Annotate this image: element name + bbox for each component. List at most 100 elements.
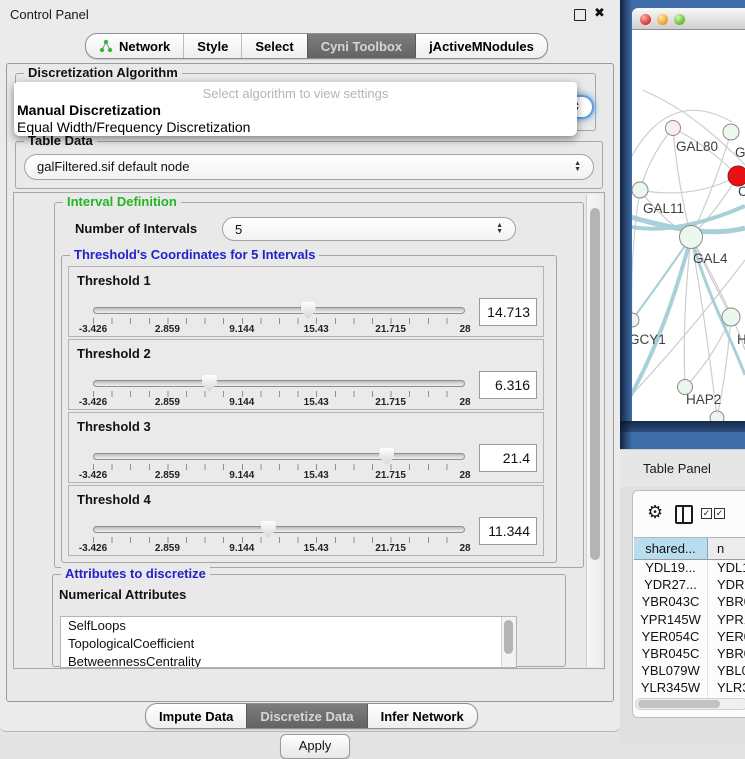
tab-impute-data[interactable]: Impute Data: [146, 704, 246, 728]
control-panel-window: Control Panel ✖ NetworkStyleSelectCyni T…: [0, 0, 620, 732]
node-gal80[interactable]: [666, 121, 681, 136]
attributes-scrollbar-thumb[interactable]: [504, 620, 513, 654]
checkbox-icon[interactable]: ✓: [714, 508, 725, 519]
node-h[interactable]: [722, 308, 740, 326]
slider-thumb[interactable]: [261, 521, 276, 538]
tab-select[interactable]: Select: [241, 34, 306, 58]
attribute-item[interactable]: TopologicalCoefficient: [61, 635, 516, 653]
table-row[interactable]: YDL19...YDL1: [634, 560, 745, 577]
network-tab-icon: [99, 39, 113, 53]
tick-label: 2.859: [155, 543, 180, 554]
node-red-selected[interactable]: [728, 166, 745, 186]
tick-label: 9.144: [229, 397, 254, 408]
gear-icon[interactable]: ⚙: [647, 503, 663, 521]
dropdown-option-equal-width-frequency[interactable]: Equal Width/Frequency Discretization: [17, 119, 250, 135]
node-gcy1[interactable]: [632, 313, 639, 327]
dropdown-option-manual-discretization[interactable]: Manual Discretization: [17, 102, 161, 118]
threshold-value-field[interactable]: 14.713: [479, 298, 537, 326]
cell-name: YBL0: [708, 663, 745, 680]
column-header-shared-name[interactable]: shared...: [634, 538, 708, 559]
threshold-value-field[interactable]: 6.316: [479, 371, 537, 399]
network-canvas[interactable]: GAL80 GAL11 GAL4 GCY1 HAP2 H GA C: [632, 30, 745, 421]
tab-cyni-toolbox[interactable]: Cyni Toolbox: [307, 34, 415, 58]
tick-label: 9.144: [229, 470, 254, 481]
threshold-slider[interactable]: [93, 307, 465, 314]
network-window: GAL80 GAL11 GAL4 GCY1 HAP2 H GA C: [632, 8, 745, 421]
tab-label: Infer Network: [381, 709, 464, 724]
threshold-label: Threshold 2: [77, 346, 151, 361]
tick-label: 21.715: [375, 470, 406, 481]
table-horizontal-scrollbar[interactable]: [635, 698, 745, 710]
float-window-icon[interactable]: [574, 9, 586, 21]
attribute-item[interactable]: SelfLoops: [61, 617, 516, 635]
control-panel-titlebar: Control Panel ✖: [0, 0, 620, 28]
tick-label: 15.43: [304, 470, 329, 481]
cell-shared-name: YBR043C: [634, 594, 708, 611]
tick-label: 9.144: [229, 543, 254, 554]
table-row[interactable]: YBR043CYBR0: [634, 594, 745, 611]
cell-shared-name: YBR045C: [634, 646, 708, 663]
slider-thumb[interactable]: [202, 375, 217, 392]
cell-shared-name: YBL079W: [634, 663, 708, 680]
attributes-scrollbar[interactable]: [501, 617, 516, 667]
close-traffic-light-icon[interactable]: [640, 14, 651, 25]
node-gal4[interactable]: [680, 226, 703, 249]
table-row[interactable]: YBR045CYBR0: [634, 646, 745, 663]
threshold-slider[interactable]: [93, 526, 465, 533]
label-gal11: GAL11: [643, 201, 684, 216]
cell-shared-name: YER054C: [634, 629, 708, 646]
top-tab-bar: NetworkStyleSelectCyni ToolboxjActiveMNo…: [85, 33, 548, 59]
threshold-value-field[interactable]: 21.4: [479, 444, 537, 472]
network-window-titlebar: [632, 8, 745, 30]
cell-name: YER0: [708, 629, 745, 646]
table-row[interactable]: YER054CYER0: [634, 629, 745, 646]
cell-name: YDR2: [708, 577, 745, 594]
settings-scrollbar-thumb[interactable]: [590, 208, 600, 560]
cell-name: YPR1: [708, 612, 745, 629]
split-columns-icon[interactable]: [675, 505, 693, 524]
tab-infer-network[interactable]: Infer Network: [367, 704, 477, 728]
discretization-algorithm-title: Discretization Algorithm: [24, 65, 182, 80]
threshold-value-field[interactable]: 11.344: [479, 517, 537, 545]
table-row[interactable]: YPR145WYPR1: [634, 612, 745, 629]
tick-label: 2.859: [155, 324, 180, 335]
tab-jactivemnodules[interactable]: jActiveMNodules: [415, 34, 547, 58]
cyni-toolbox-panel: Discretization Algorithm ▲▼ Table Data g…: [6, 63, 614, 702]
table-row[interactable]: YBL079WYBL0: [634, 663, 745, 680]
node-gal11[interactable]: [632, 182, 648, 198]
tick-label: 28: [459, 324, 470, 335]
number-of-intervals-combobox[interactable]: 5 ▲▼: [222, 217, 516, 241]
slider-thumb[interactable]: [379, 448, 394, 465]
numerical-attributes-list[interactable]: SelfLoopsTopologicalCoefficientBetweenne…: [60, 616, 517, 668]
tab-network[interactable]: Network: [86, 34, 183, 58]
table-row[interactable]: YLR345WYLR3: [634, 680, 745, 697]
cell-name: YBR0: [708, 646, 745, 663]
node-top-right[interactable]: [723, 124, 739, 140]
tick-label: 9.144: [229, 324, 254, 335]
zoom-traffic-light-icon[interactable]: [674, 14, 685, 25]
settings-scrollbar[interactable]: [586, 194, 603, 667]
tick-label: 21.715: [375, 543, 406, 554]
tick-label: 2.859: [155, 397, 180, 408]
table-panel-header: Table Panel: [620, 449, 745, 487]
slider-thumb[interactable]: [301, 302, 316, 319]
threshold-label: Threshold 3: [77, 419, 151, 434]
column-header-name[interactable]: n: [708, 538, 745, 559]
table-row[interactable]: YDR27...YDR2: [634, 577, 745, 594]
table-data-combobox[interactable]: galFiltered.sif default node ▲▼: [24, 154, 594, 180]
minimize-traffic-light-icon[interactable]: [657, 14, 668, 25]
tick-label: 15.43: [304, 324, 329, 335]
attribute-item[interactable]: BetweennessCentrality: [61, 653, 516, 668]
apply-button[interactable]: Apply: [280, 734, 350, 759]
node-bottom[interactable]: [710, 411, 724, 421]
tab-style[interactable]: Style: [183, 34, 241, 58]
threshold-slider[interactable]: [93, 380, 465, 387]
checkbox-icon[interactable]: ✓: [701, 508, 712, 519]
attributes-group: Attributes to discretize Numerical Attri…: [52, 574, 566, 667]
tab-discretize-data[interactable]: Discretize Data: [246, 704, 366, 728]
close-icon[interactable]: ✖: [594, 5, 605, 21]
tab-label: Impute Data: [159, 709, 233, 724]
threshold-coordinates-group: Threshold's Coordinates for 5 Intervals …: [61, 255, 557, 563]
threshold-slider[interactable]: [93, 453, 465, 460]
table-horizontal-scrollbar-thumb[interactable]: [638, 700, 720, 708]
